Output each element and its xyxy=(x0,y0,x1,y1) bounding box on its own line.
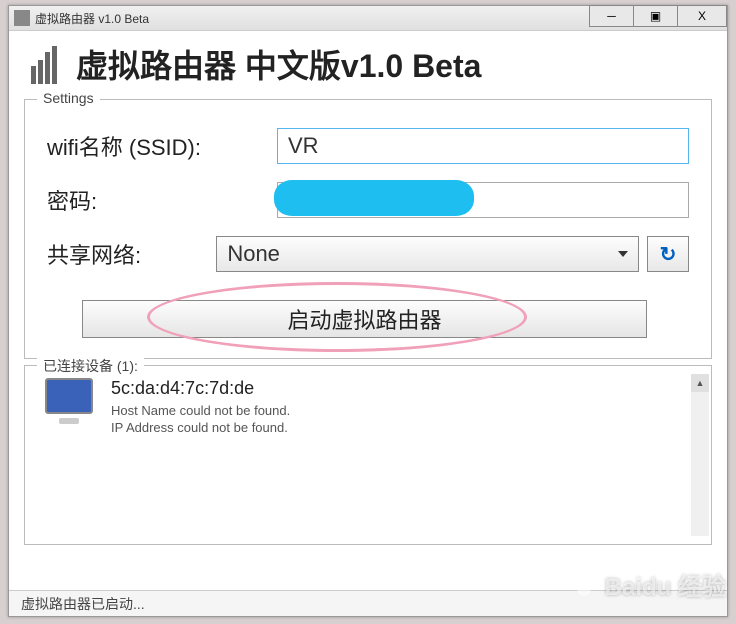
scrollbar[interactable]: ▲ xyxy=(691,374,709,536)
devices-group: 已连接设备 (1): 5c:da:d4:7c:7d:de Host Name c… xyxy=(24,365,712,545)
network-label: 共享网络: xyxy=(47,238,216,270)
scroll-up-button[interactable]: ▲ xyxy=(691,374,709,392)
password-label: 密码: xyxy=(47,184,277,216)
signal-icon xyxy=(24,44,64,84)
network-row: 共享网络: None ↻ xyxy=(47,236,689,272)
close-button[interactable]: X xyxy=(677,5,727,27)
minimize-button[interactable]: ─ xyxy=(589,5,634,27)
ssid-label: wifi名称 (SSID): xyxy=(47,130,277,162)
network-dropdown[interactable]: None xyxy=(216,236,639,272)
settings-group: Settings wifi名称 (SSID): 密码: 共享网络: None xyxy=(24,99,712,359)
device-info: 5c:da:d4:7c:7d:de Host Name could not be… xyxy=(111,378,697,435)
status-text: 虚拟路由器已启动... xyxy=(21,594,145,614)
titlebar: 虚拟路由器 v1.0 Beta ─ ▣ X xyxy=(9,6,727,31)
window-title: 虚拟路由器 v1.0 Beta xyxy=(35,10,149,27)
app-icon xyxy=(14,10,30,26)
device-hostname-msg: Host Name could not be found. xyxy=(111,403,697,418)
network-selected: None xyxy=(227,241,280,267)
password-redaction xyxy=(274,180,474,216)
devices-label: 已连接设备 (1): xyxy=(37,356,144,376)
password-row: 密码: xyxy=(47,182,689,218)
start-button-wrap: 启动虚拟路由器 xyxy=(47,300,689,338)
computer-icon xyxy=(39,378,99,430)
statusbar: 虚拟路由器已启动... xyxy=(9,590,727,616)
app-window: 虚拟路由器 v1.0 Beta ─ ▣ X 虚拟路由器 中文版v1.0 Beta… xyxy=(8,5,728,617)
app-title: 虚拟路由器 中文版v1.0 Beta xyxy=(76,41,481,87)
header: 虚拟路由器 中文版v1.0 Beta xyxy=(9,31,727,99)
settings-label: Settings xyxy=(37,90,100,106)
device-ip-msg: IP Address could not be found. xyxy=(111,420,697,435)
refresh-icon: ↻ xyxy=(660,242,677,267)
ssid-row: wifi名称 (SSID): xyxy=(47,128,689,164)
chevron-down-icon xyxy=(618,251,628,257)
device-item: 5c:da:d4:7c:7d:de Host Name could not be… xyxy=(39,378,697,435)
refresh-button[interactable]: ↻ xyxy=(647,236,689,272)
device-mac: 5c:da:d4:7c:7d:de xyxy=(111,378,697,399)
start-router-button[interactable]: 启动虚拟路由器 xyxy=(82,300,647,338)
ssid-input[interactable] xyxy=(277,128,689,164)
maximize-button[interactable]: ▣ xyxy=(633,5,678,27)
window-controls: ─ ▣ X xyxy=(590,5,727,27)
